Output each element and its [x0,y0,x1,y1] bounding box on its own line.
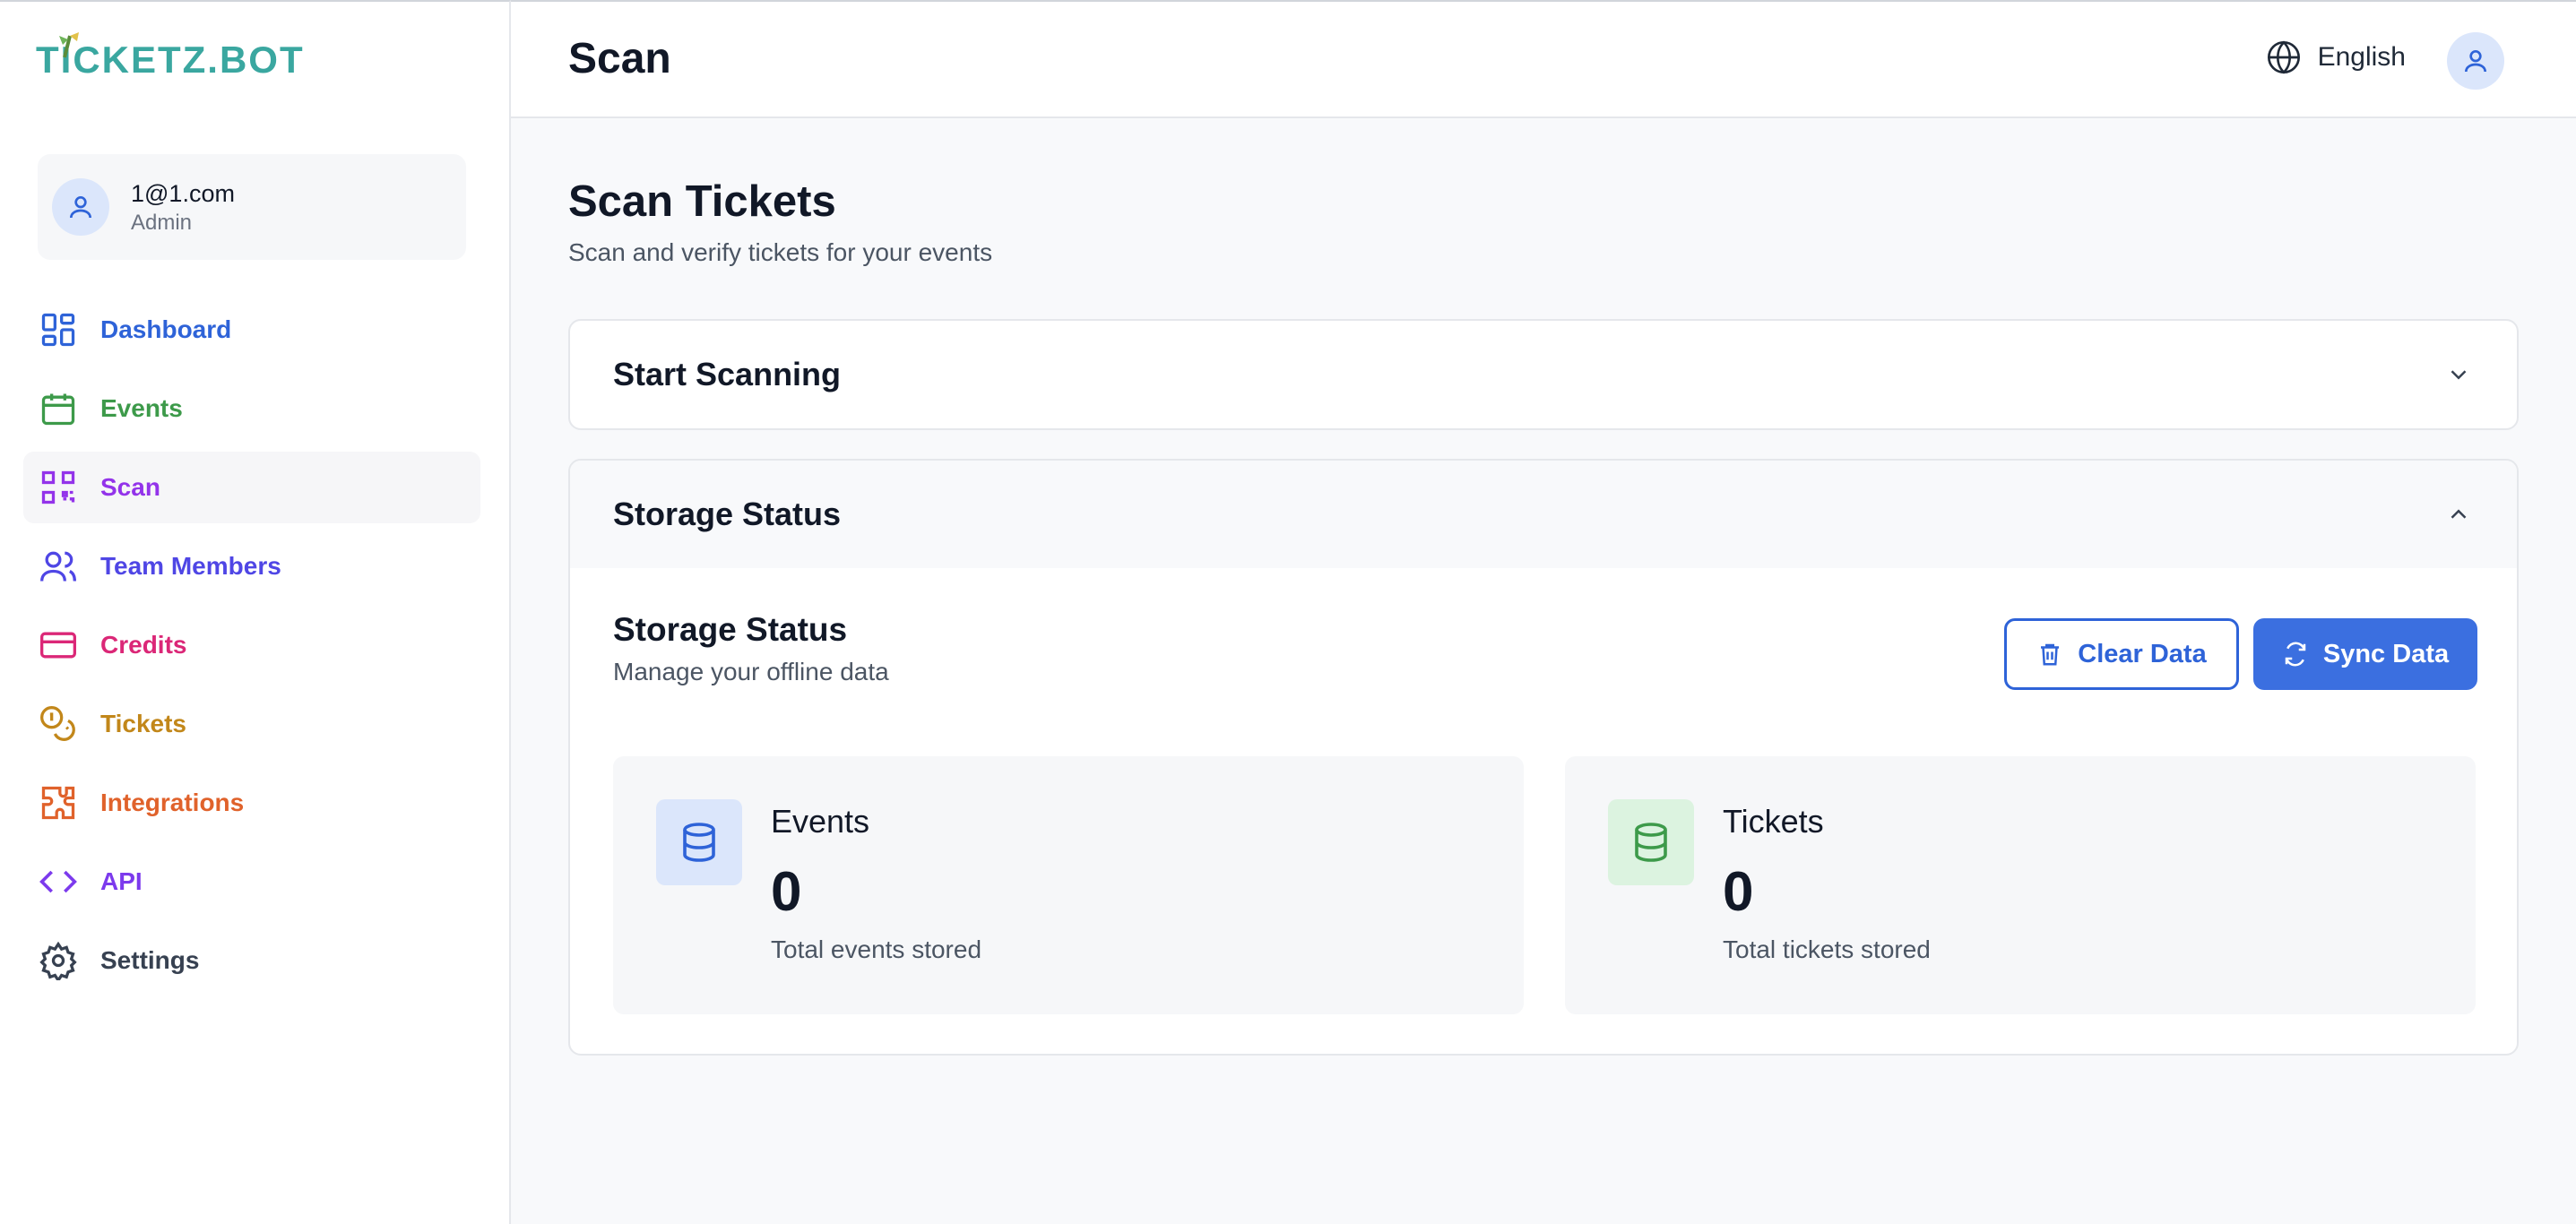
page-subtitle: Scan and verify tickets for your events [568,238,993,266]
sidebar-item-label: Integrations [100,789,245,816]
credit-card-icon [38,625,79,666]
code-icon [38,861,79,902]
storage-title: Storage Status [613,611,848,648]
page-title: Scan Tickets [568,177,836,226]
sidebar-item-label: Events [100,394,183,422]
clear-data-button[interactable]: Clear Data [2004,618,2239,690]
events-stat-card: Events 0 Total events stored [613,756,1524,1014]
users-icon [38,546,79,587]
calendar-icon [38,388,79,429]
sidebar-item-label: Tickets [100,710,186,737]
top-header: Scan English [511,0,2576,118]
user-email: 1@1.com [131,180,235,207]
storage-status-header[interactable]: Storage Status [570,461,2517,568]
gear-icon [38,940,79,981]
start-scanning-header[interactable]: Start Scanning [570,321,2517,428]
sidebar-item-label: Settings [100,946,200,974]
database-icon [1608,799,1694,885]
page-header-title: Scan [568,35,671,82]
globe-icon [2267,40,2300,74]
sync-data-label: Sync Data [2322,639,2450,668]
dashboard-icon [38,309,79,350]
user-icon [70,196,91,219]
sidebar-item-label: Scan [100,473,160,501]
user-role: Admin [131,211,193,235]
language-selector[interactable]: English [2266,39,2406,75]
coins-icon [38,703,79,745]
sidebar-item-label: Team Members [100,552,281,580]
user-card[interactable]: 1@1.com Admin [38,154,466,260]
start-scanning-panel: Start Scanning [568,319,2519,430]
chevron-down-icon [2451,370,2467,380]
sync-data-button[interactable]: Sync Data [2253,618,2477,690]
header-avatar[interactable] [2447,32,2504,90]
refresh-icon [2285,642,2306,667]
sidebar-item-integrations[interactable]: Integrations [23,767,480,839]
sidebar-item-api[interactable]: API [23,846,480,918]
sidebar-item-label: Credits [100,631,187,659]
language-label: English [2317,42,2406,72]
sidebar-item-tickets[interactable]: Tickets [23,688,480,760]
tickets-stat-card: Tickets 0 Total tickets stored [1565,756,2476,1014]
database-icon [656,799,742,885]
sidebar-item-settings[interactable]: Settings [23,925,480,996]
trash-icon [2041,643,2060,666]
stat-label: Events [771,803,870,840]
sidebar-item-team-members[interactable]: Team Members [23,530,480,602]
sidebar-item-scan[interactable]: Scan [23,452,480,523]
sidebar-item-events[interactable]: Events [23,373,480,444]
user-icon [2465,50,2486,73]
puzzle-icon [38,782,79,823]
logo-sprout-icon [59,32,79,58]
sidebar-item-label: Dashboard [100,315,232,343]
storage-status-panel-title: Storage Status [613,496,842,532]
sidebar-item-label: API [100,867,143,895]
clear-data-label: Clear Data [2078,639,2207,668]
storage-subtitle: Manage your offline data [613,658,889,685]
qr-code-icon [38,467,79,508]
stat-value: 0 [1723,861,1754,923]
logo[interactable]: TICKETZ.BOT [36,29,305,91]
storage-status-panel: Storage Status Storage Status Manage you… [568,459,2519,1056]
avatar [52,178,109,236]
storage-heading: Storage Status Manage your offline data [613,611,889,686]
sidebar-item-dashboard[interactable]: Dashboard [23,294,480,366]
start-scanning-title: Start Scanning [613,356,842,392]
stat-label: Tickets [1723,803,1824,840]
sidebar-nav: Dashboard Events Scan Team Members Credi… [23,294,480,1004]
sidebar-item-credits[interactable]: Credits [23,609,480,681]
sidebar: TICKETZ.BOT 1@1.com Admin Dashboard Even… [0,0,511,1224]
chevron-up-icon [2451,509,2467,519]
stat-caption: Total events stored [771,935,982,963]
stat-value: 0 [771,861,802,923]
stat-caption: Total tickets stored [1723,935,1931,963]
main-content: Scan Tickets Scan and verify tickets for… [568,170,2519,1056]
